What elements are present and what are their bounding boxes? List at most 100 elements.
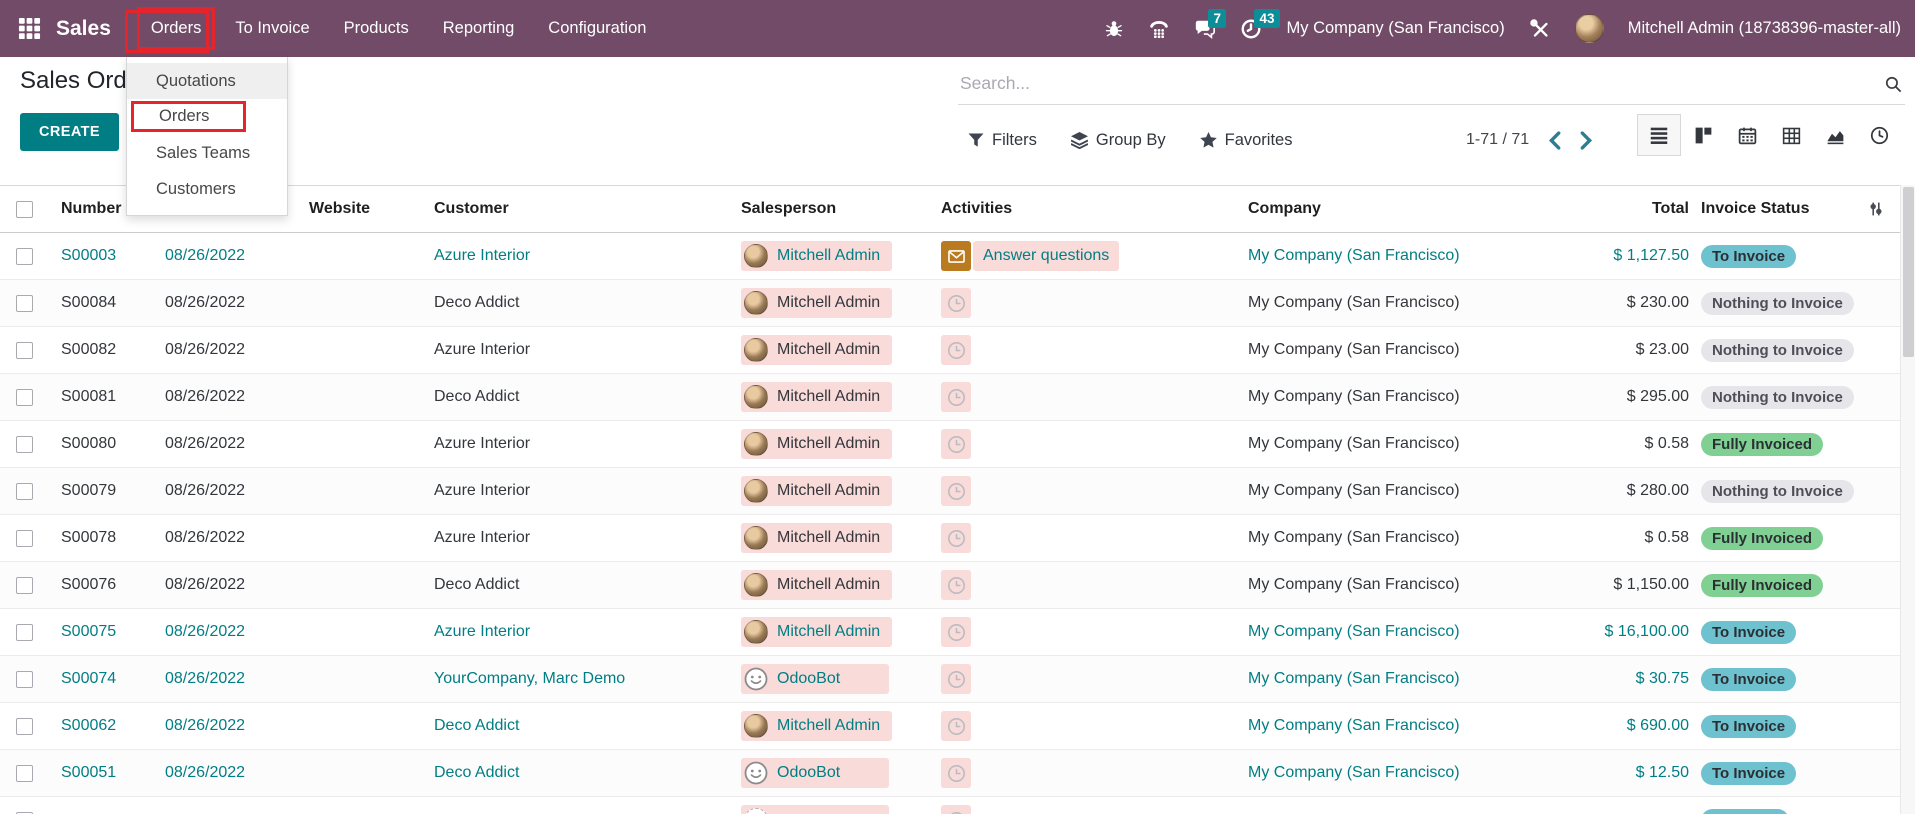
app-name[interactable]: Sales — [56, 17, 111, 41]
row-checkbox[interactable] — [16, 483, 33, 500]
filters-button[interactable]: Filters — [968, 131, 1037, 150]
search-icon[interactable] — [1884, 75, 1903, 99]
table-row[interactable]: S0006208/26/2022Deco AddictMitchell Admi… — [0, 703, 1900, 750]
table-row-partial[interactable] — [0, 797, 1900, 814]
column-header-customer[interactable]: Customer — [420, 186, 730, 232]
salesperson-tag[interactable] — [741, 805, 889, 814]
view-list-button[interactable] — [1637, 114, 1681, 156]
salesperson-tag[interactable]: Mitchell Admin — [741, 241, 892, 271]
apps-grid-icon[interactable] — [16, 16, 42, 42]
user-menu[interactable]: Mitchell Admin (18738396-master-all) — [1628, 19, 1901, 38]
table-row[interactable]: S0008408/26/2022Deco AddictMitchell Admi… — [0, 280, 1900, 327]
create-button[interactable]: CREATE — [20, 113, 119, 151]
row-checkbox[interactable] — [16, 718, 33, 735]
column-header-company[interactable]: Company — [1240, 186, 1560, 232]
search-input[interactable] — [958, 63, 1905, 104]
activity-label[interactable]: Answer questions — [973, 241, 1119, 271]
menu-reporting[interactable]: Reporting — [429, 7, 529, 50]
row-checkbox[interactable] — [16, 342, 33, 359]
column-header-total[interactable]: Total — [1560, 186, 1695, 232]
cell-activities — [930, 656, 1240, 702]
salesperson-tag[interactable]: Mitchell Admin — [741, 288, 892, 318]
row-checkbox[interactable] — [16, 624, 33, 641]
salesperson-tag[interactable]: Mitchell Admin — [741, 570, 892, 600]
column-header-salesperson[interactable]: Salesperson — [730, 186, 930, 232]
mail-activity-icon[interactable] — [941, 241, 971, 271]
menu-orders[interactable]: Orders — [137, 7, 215, 50]
salesperson-tag[interactable]: OdooBot — [741, 758, 889, 788]
table-row[interactable]: S0007508/26/2022Azure InteriorMitchell A… — [0, 609, 1900, 656]
company-switcher[interactable]: My Company (San Francisco) — [1286, 19, 1504, 38]
clock-activity-icon[interactable] — [941, 664, 971, 694]
pager-next-button[interactable] — [1580, 131, 1593, 150]
bug-icon[interactable] — [1104, 19, 1124, 39]
table-row[interactable]: S0000308/26/2022Azure InteriorMitchell A… — [0, 233, 1900, 280]
dropdown-item-quotations[interactable]: Quotations — [127, 63, 287, 99]
view-graph-button[interactable] — [1813, 114, 1857, 156]
row-checkbox[interactable] — [16, 765, 33, 782]
dropdown-item-orders[interactable]: Orders — [131, 101, 246, 132]
clock-activity-icon[interactable] — [941, 382, 971, 412]
table-row[interactable]: S0007808/26/2022Azure InteriorMitchell A… — [0, 515, 1900, 562]
salesperson-tag[interactable]: Mitchell Admin — [741, 711, 892, 741]
select-all-checkbox[interactable] — [16, 201, 33, 218]
salesperson-tag[interactable]: Mitchell Admin — [741, 335, 892, 365]
table-row[interactable]: S0007408/26/2022YourCompany, Marc DemoOd… — [0, 656, 1900, 703]
clock-activity-icon[interactable] — [941, 805, 971, 814]
table-row[interactable]: S0008008/26/2022Azure InteriorMitchell A… — [0, 421, 1900, 468]
table-row[interactable]: S0007908/26/2022Azure InteriorMitchell A… — [0, 468, 1900, 515]
cell-number: S00003 — [48, 233, 150, 279]
row-checkbox[interactable] — [16, 577, 33, 594]
clock-activity-icon[interactable] — [941, 570, 971, 600]
salesperson-tag[interactable]: Mitchell Admin — [741, 429, 892, 459]
table-row[interactable]: S0005108/26/2022Deco AddictOdooBotMy Com… — [0, 750, 1900, 797]
developer-tools-icon[interactable] — [1529, 18, 1551, 40]
pager-previous-button[interactable] — [1548, 131, 1561, 150]
menu-to-invoice[interactable]: To Invoice — [221, 7, 323, 50]
cell-number: S00074 — [48, 656, 150, 702]
clock-activity-icon[interactable] — [941, 617, 971, 647]
scrollbar-track[interactable] — [1900, 185, 1915, 814]
row-checkbox[interactable] — [16, 436, 33, 453]
row-checkbox[interactable] — [16, 671, 33, 688]
clock-activity-icon[interactable] — [941, 429, 971, 459]
scrollbar-thumb[interactable] — [1903, 187, 1914, 357]
clock-activity-icon[interactable] — [941, 476, 971, 506]
chat-bubbles-icon[interactable]: 7 — [1194, 18, 1216, 40]
clock-activity-icon[interactable] — [941, 523, 971, 553]
clock-activity-icon[interactable] — [941, 711, 971, 741]
column-header-website[interactable]: Website — [295, 186, 420, 232]
activity-clock-icon[interactable]: 43 — [1240, 18, 1262, 40]
view-kanban-button[interactable] — [1681, 114, 1725, 156]
dropdown-item-sales-teams[interactable]: Sales Teams — [127, 135, 287, 171]
row-checkbox[interactable] — [16, 530, 33, 547]
menu-configuration[interactable]: Configuration — [534, 7, 660, 50]
view-calendar-button[interactable] — [1725, 114, 1769, 156]
view-pivot-button[interactable] — [1769, 114, 1813, 156]
invoice-status-badge: Nothing to Invoice — [1701, 339, 1854, 362]
clock-activity-icon[interactable] — [941, 758, 971, 788]
row-checkbox[interactable] — [16, 295, 33, 312]
salesperson-tag[interactable]: Mitchell Admin — [741, 523, 892, 553]
cell-date: 08/26/2022 — [150, 421, 295, 467]
dropdown-item-customers[interactable]: Customers — [127, 171, 287, 207]
menu-products[interactable]: Products — [330, 7, 423, 50]
column-header-activities[interactable]: Activities — [930, 186, 1240, 232]
row-checkbox[interactable] — [16, 248, 33, 265]
salesperson-tag[interactable]: Mitchell Admin — [741, 382, 892, 412]
table-row[interactable]: S0008208/26/2022Azure InteriorMitchell A… — [0, 327, 1900, 374]
favorites-button[interactable]: Favorites — [1200, 131, 1293, 150]
table-row[interactable]: S0008108/26/2022Deco AddictMitchell Admi… — [0, 374, 1900, 421]
softphone-icon[interactable] — [1148, 18, 1170, 40]
clock-activity-icon[interactable] — [941, 288, 971, 318]
view-activity-button[interactable] — [1857, 114, 1901, 156]
table-row[interactable]: S0007608/26/2022Deco AddictMitchell Admi… — [0, 562, 1900, 609]
row-checkbox[interactable] — [16, 389, 33, 406]
salesperson-tag[interactable]: Mitchell Admin — [741, 476, 892, 506]
salesperson-tag[interactable]: Mitchell Admin — [741, 617, 892, 647]
clock-activity-icon[interactable] — [941, 335, 971, 365]
group-by-button[interactable]: Group By — [1071, 131, 1166, 150]
salesperson-tag[interactable]: OdooBot — [741, 664, 889, 694]
optional-columns-icon[interactable] — [1868, 201, 1884, 220]
user-avatar[interactable] — [1575, 14, 1604, 43]
